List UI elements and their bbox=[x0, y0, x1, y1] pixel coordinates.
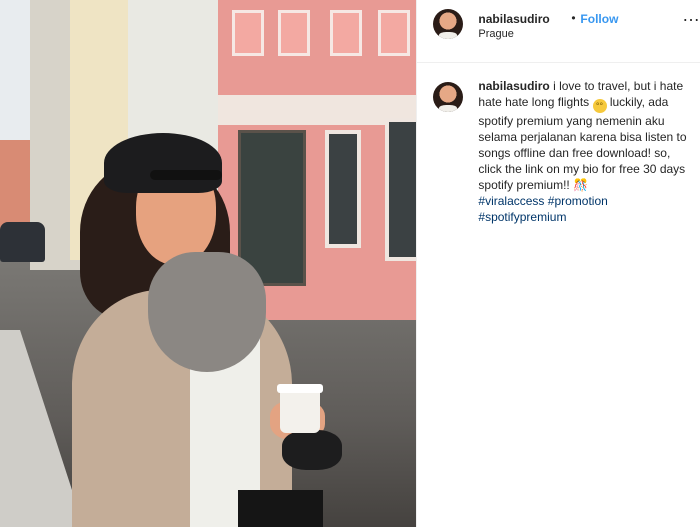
photo-window bbox=[232, 10, 264, 56]
caption-text: nabilasudiro i love to travel, but i hat… bbox=[478, 78, 693, 225]
photo-glove bbox=[282, 430, 342, 470]
photo-cap-brim bbox=[150, 170, 222, 180]
confetti-emoji-icon: 🎊 bbox=[573, 178, 589, 192]
photo-cup-lid bbox=[277, 384, 323, 393]
avatar[interactable] bbox=[433, 9, 464, 39]
photo-window bbox=[385, 118, 417, 261]
photo-car bbox=[0, 222, 45, 262]
caption-username[interactable]: nabilasudiro bbox=[478, 79, 549, 93]
hashtag-link[interactable]: #viralaccess bbox=[478, 194, 544, 208]
photo-cap bbox=[104, 133, 222, 193]
photo-window bbox=[325, 130, 361, 248]
upside-down-face-emoji-icon: °° bbox=[592, 99, 607, 113]
instagram-post: nabilasudiro • Follow Prague … nabilasud… bbox=[0, 0, 700, 527]
more-options-icon[interactable]: … bbox=[682, 5, 700, 26]
separator-dot: • bbox=[571, 11, 576, 25]
post-side-panel: nabilasudiro • Follow Prague … nabilasud… bbox=[416, 0, 700, 527]
photo-window bbox=[378, 10, 410, 56]
photo-bag bbox=[238, 490, 323, 527]
avatar[interactable] bbox=[433, 82, 464, 112]
hashtag-link[interactable]: #promotion bbox=[548, 194, 608, 208]
hashtag-link[interactable]: #spotifypremium bbox=[478, 210, 566, 224]
location-link[interactable]: Prague bbox=[478, 28, 513, 40]
photo-window bbox=[330, 10, 362, 56]
post-header: nabilasudiro • Follow Prague … bbox=[417, 0, 700, 63]
photo-window bbox=[278, 10, 310, 56]
follow-button[interactable]: Follow bbox=[580, 12, 618, 26]
photo-coffee-cup bbox=[280, 388, 320, 433]
photo-scarf bbox=[148, 252, 266, 372]
post-photo[interactable] bbox=[0, 0, 417, 527]
header-username[interactable]: nabilasudiro bbox=[478, 12, 549, 26]
